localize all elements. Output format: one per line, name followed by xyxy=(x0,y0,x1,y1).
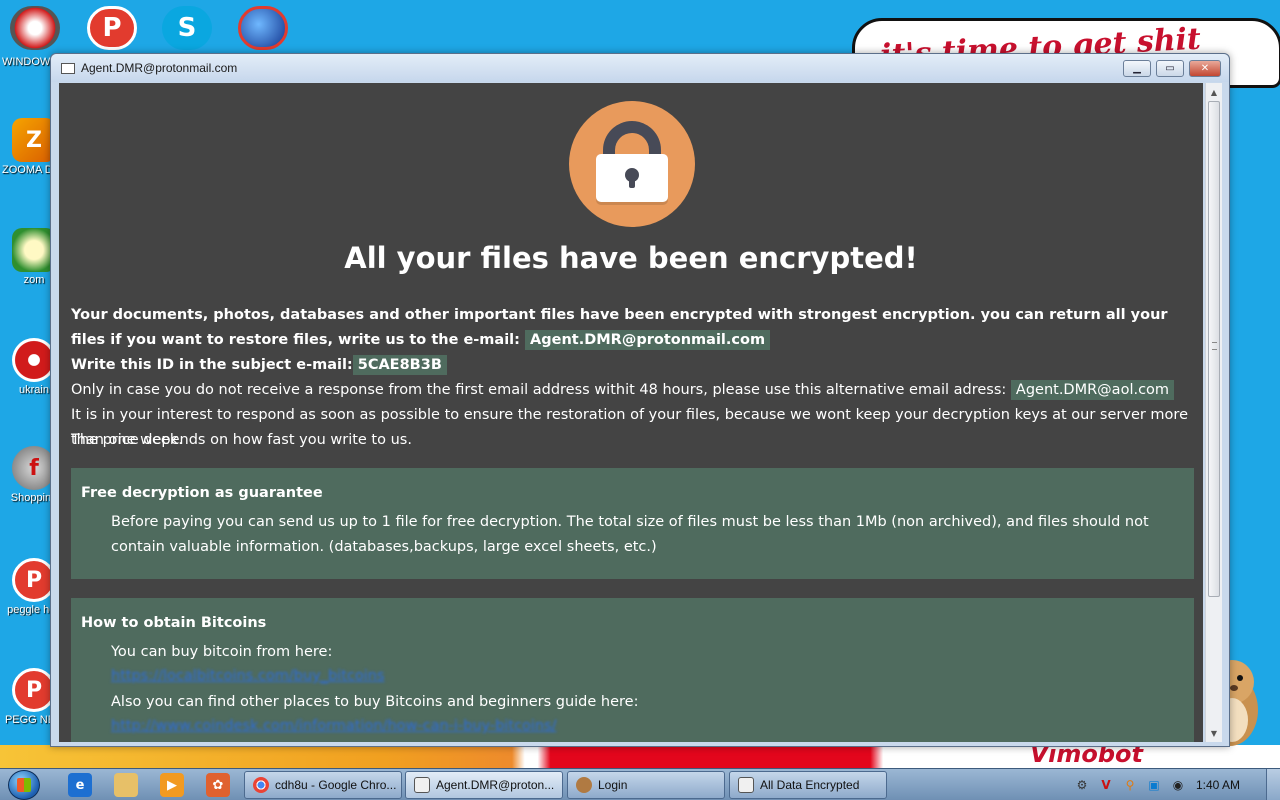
ransom-note-window: Agent.DMR@protonmail.com ▁ ▭ ✕ All your … xyxy=(50,53,1230,747)
clock[interactable]: 1:40 AM xyxy=(1196,778,1240,792)
skype-icon[interactable]: S xyxy=(162,6,212,50)
guarantee-box: Free decryption as guarantee Before payi… xyxy=(71,468,1194,579)
bitcoin-title: How to obtain Bitcoins xyxy=(81,615,267,631)
wifi-icon[interactable]: ▣ xyxy=(1146,777,1162,793)
alt-email-line: Only in case you do not receive a respon… xyxy=(71,382,1007,398)
app-icon[interactable]: ✿ xyxy=(206,773,230,797)
maximize-button[interactable]: ▭ xyxy=(1156,60,1184,77)
ie-icon[interactable]: e xyxy=(68,773,92,797)
peggle-icon[interactable]: P xyxy=(87,6,137,50)
folder-icon[interactable] xyxy=(114,773,138,797)
window-title: Agent.DMR@protonmail.com xyxy=(81,61,238,75)
bitcoin-guide-label: Also you can find other places to buy Bi… xyxy=(111,694,639,710)
scroll-thumb[interactable] xyxy=(1208,101,1220,597)
close-icon: ✕ xyxy=(1200,63,1210,74)
bitcoin-guide-link[interactable]: http://www.coindesk.com/information/how-… xyxy=(111,718,557,734)
primary-email[interactable]: Agent.DMR@protonmail.com xyxy=(525,330,771,350)
show-desktop-button[interactable] xyxy=(1266,769,1280,800)
task-chrome[interactable]: cdh8u - Google Chro... xyxy=(244,771,402,799)
id-label: Write this ID in the subject e-mail: xyxy=(71,357,353,373)
alt-email[interactable]: Agent.DMR@aol.com xyxy=(1010,380,1175,400)
scroll-up-icon[interactable]: ▲ xyxy=(1206,84,1222,100)
window-icon xyxy=(414,777,430,793)
alt-email-paragraph: Only in case you do not receive a respon… xyxy=(71,378,1199,403)
guarantee-title: Free decryption as guarantee xyxy=(81,485,323,501)
v-icon[interactable]: V xyxy=(1098,777,1114,793)
user-icon xyxy=(576,777,592,793)
minimize-icon: ▁ xyxy=(1133,63,1141,74)
windows-logo-icon xyxy=(17,778,31,792)
chrome-icon xyxy=(253,777,269,793)
bitcoin-box: How to obtain Bitcoins You can buy bitco… xyxy=(71,598,1194,742)
network-icon[interactable]: ⚙ xyxy=(1074,777,1090,793)
minimize-button[interactable]: ▁ xyxy=(1123,60,1151,77)
task-login[interactable]: Login xyxy=(567,771,725,799)
victim-id[interactable]: 5CAE8B3B xyxy=(352,355,447,375)
vertical-scrollbar[interactable]: ▲ ▼ xyxy=(1205,83,1222,742)
media-player-icon[interactable]: ▶ xyxy=(160,773,184,797)
close-button[interactable]: ✕ xyxy=(1189,60,1221,77)
bitcoin-buy-label: You can buy bitcoin from here: xyxy=(111,644,333,660)
taskbar: e ▶ ✿ cdh8u - Google Chro... Agent.DMR@p… xyxy=(0,768,1280,800)
scroll-down-icon[interactable]: ▼ xyxy=(1206,725,1222,741)
guarantee-text: Before paying you can send us up to 1 fi… xyxy=(111,514,1149,555)
window-app-icon xyxy=(61,63,75,74)
id-paragraph: Write this ID in the subject e-mail: 5CAE… xyxy=(71,353,1199,378)
price-paragraph: The price depends on how fast you write … xyxy=(71,432,412,448)
search-icon[interactable]: ⚲ xyxy=(1122,777,1138,793)
intro-paragraph: Your documents, photos, databases and ot… xyxy=(71,303,1199,353)
volume-icon[interactable]: ◉ xyxy=(1170,777,1186,793)
maximize-icon: ▭ xyxy=(1165,63,1175,74)
bitcoin-buy-link[interactable]: https://localbitcoins.com/buy_bitcoins xyxy=(111,668,385,684)
window-titlebar[interactable]: Agent.DMR@protonmail.com ▁ ▭ ✕ xyxy=(51,54,1229,82)
note-headline: All your files have been encrypted! xyxy=(344,241,918,275)
globe-icon[interactable] xyxy=(238,6,288,50)
window-icon xyxy=(738,777,754,793)
task-agent-window[interactable]: Agent.DMR@proton... xyxy=(405,771,563,799)
task-all-data-encrypted[interactable]: All Data Encrypted xyxy=(729,771,887,799)
note-content: All your files have been encrypted! Your… xyxy=(59,83,1203,742)
